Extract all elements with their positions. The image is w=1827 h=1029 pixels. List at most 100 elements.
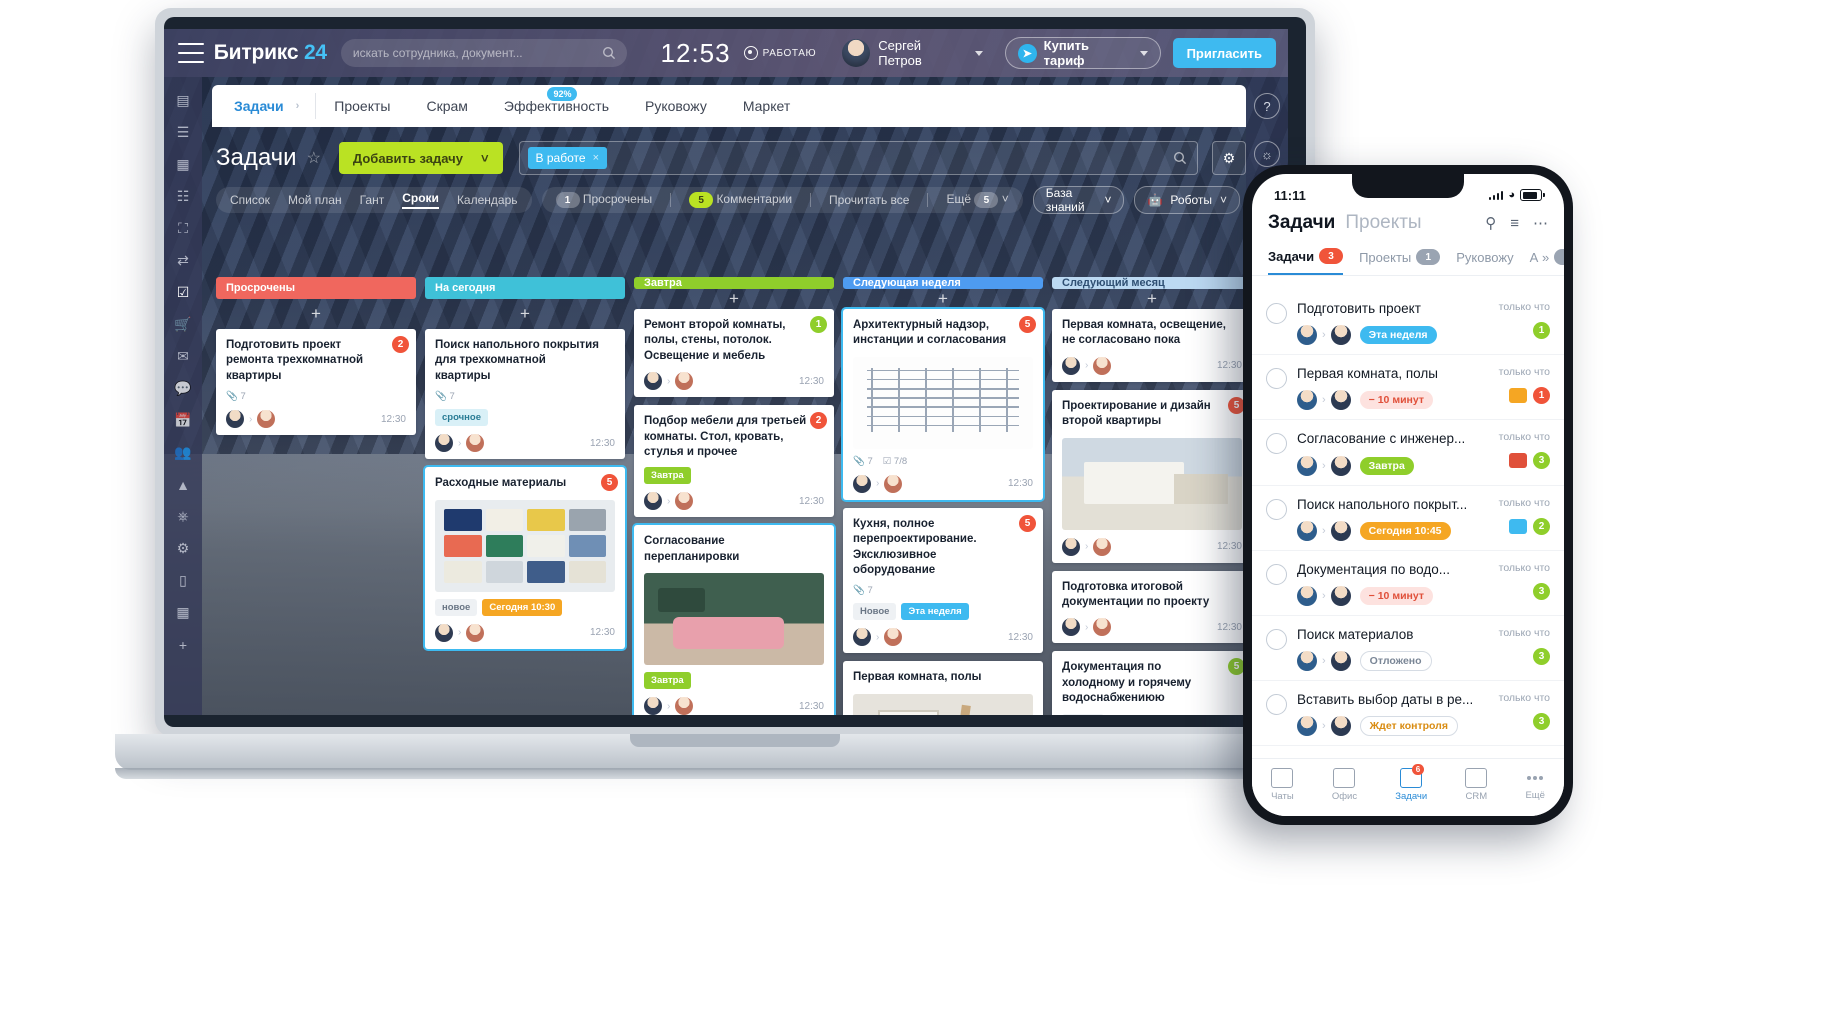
checkbox-circle-icon[interactable] xyxy=(1266,498,1287,520)
app-logo[interactable]: Битрикс 24 xyxy=(214,41,327,65)
task-tag[interactable]: новое xyxy=(1062,713,1105,715)
phone-task-item[interactable]: Поиск материалов › Отложено только что 3 xyxy=(1252,616,1564,682)
sidebar-item-crm[interactable]: ☷ xyxy=(174,187,193,206)
robots-button[interactable]: 🤖 Роботы ˅ xyxy=(1134,186,1240,214)
star-icon[interactable]: ☆ xyxy=(307,148,321,168)
kanban-add-card-button[interactable]: + xyxy=(843,289,1043,309)
phone-task-item[interactable]: Вставить выбор даты в ре... › Ждет контр… xyxy=(1252,681,1564,747)
checkbox-circle-icon[interactable] xyxy=(1266,433,1287,455)
avatar[interactable] xyxy=(435,623,453,642)
avatar[interactable] xyxy=(1330,520,1351,541)
sidebar-item-windows[interactable]: ▦ xyxy=(174,603,193,622)
filter-chip-in-work[interactable]: В работе × xyxy=(527,147,607,169)
phone-task-item[interactable]: Документация по холо... › только что xyxy=(1252,746,1564,754)
sidebar-item-contacts[interactable]: 👥 xyxy=(174,443,193,462)
sidebar-item-filter[interactable]: ☰ xyxy=(174,123,193,142)
bell-icon[interactable]: ☼ xyxy=(1254,141,1280,167)
avatar[interactable] xyxy=(257,410,276,429)
task-tag[interactable]: Новое xyxy=(853,603,897,621)
avatar[interactable] xyxy=(1062,537,1080,556)
avatar[interactable] xyxy=(1330,716,1351,737)
avatar[interactable] xyxy=(1093,537,1112,556)
kanban-column-header[interactable]: Следующий месяц xyxy=(1052,277,1252,289)
kanban-board[interactable]: Просрочены + 2 Подготовить проект ремонт… xyxy=(216,277,1252,715)
kanban-column-header[interactable]: На сегодня xyxy=(425,277,625,299)
task-card[interactable]: 5 Кухня, полное перепроектирование. Экск… xyxy=(843,507,1043,654)
tab-manage[interactable]: Руковожу xyxy=(627,98,725,114)
kanban-column-header[interactable]: Завтра xyxy=(634,277,834,289)
phone-tabbar-item[interactable]: Чаты xyxy=(1271,767,1294,802)
tab-scrum[interactable]: Скрам xyxy=(408,98,485,114)
sidebar-item-automation[interactable]: ⎈ xyxy=(174,507,193,526)
sidebar-item-add[interactable]: + xyxy=(174,635,193,654)
phone-tabbar-item[interactable]: CRM xyxy=(1465,767,1488,802)
avatar[interactable] xyxy=(1330,651,1351,672)
task-card[interactable]: 5 Документация по холодному и горячему в… xyxy=(1052,651,1252,715)
sidebar-item-sites[interactable]: ⇄ xyxy=(174,251,193,270)
task-card[interactable]: 5 Расходные материалы новое Сегодня 10:30… xyxy=(425,467,625,649)
tab-projects[interactable]: Проекты xyxy=(316,98,408,114)
sidebar-item-settings[interactable]: ⚙ xyxy=(174,539,193,558)
phone-task-item[interactable]: Согласование с инженер... › Завтра тольк… xyxy=(1252,420,1564,486)
avatar[interactable] xyxy=(1330,585,1351,606)
avatar[interactable] xyxy=(466,623,485,642)
checkbox-circle-icon[interactable] xyxy=(1266,694,1287,716)
read-all-button[interactable]: Прочитать все xyxy=(829,193,909,207)
phone-task-item[interactable]: Подготовить проект › Эта неделя только ч… xyxy=(1252,290,1564,356)
checkbox-circle-icon[interactable] xyxy=(1266,563,1287,585)
avatar[interactable] xyxy=(1297,651,1317,672)
phone-tab[interactable]: Руковожу xyxy=(1456,244,1513,274)
kanban-add-card-button[interactable]: + xyxy=(634,289,834,309)
phone-task-list[interactable]: Подготовить проект › Эта неделя только ч… xyxy=(1252,290,1564,754)
sidebar-item-analytics[interactable]: ▲ xyxy=(174,475,193,494)
task-tag[interactable]: Сегодня 10:30 xyxy=(482,598,563,616)
phone-task-tag[interactable]: Отложено xyxy=(1359,651,1432,672)
view-deadlines[interactable]: Сроки xyxy=(402,191,439,209)
view-myplan[interactable]: Мой план xyxy=(288,193,342,207)
global-search-input[interactable]: искать сотрудника, документ... xyxy=(340,39,627,67)
avatar[interactable] xyxy=(644,492,662,511)
task-tag[interactable]: новое xyxy=(435,598,478,616)
counter-comments[interactable]: 5 Комментарии xyxy=(689,192,792,209)
task-tag[interactable]: Эта неделя xyxy=(901,603,969,621)
view-list[interactable]: Список xyxy=(230,193,270,207)
task-card[interactable]: 5 Проектирование и дизайн второй квартир… xyxy=(1052,389,1252,563)
view-gantt[interactable]: Гант xyxy=(360,193,385,207)
sidebar-item-apps[interactable]: ▦ xyxy=(174,155,193,174)
add-task-button[interactable]: Добавить задачу ˅ xyxy=(338,142,503,174)
sidebar-item-chat[interactable]: 💬 xyxy=(174,379,193,398)
knowledge-base-button[interactable]: База знаний ˅ xyxy=(1032,186,1125,214)
avatar[interactable] xyxy=(1297,520,1317,541)
buy-plan-button[interactable]: ➤ Купить тариф xyxy=(1004,37,1161,69)
kanban-add-card-button[interactable]: + xyxy=(1052,289,1252,309)
avatar[interactable] xyxy=(1330,390,1351,411)
search-icon[interactable] xyxy=(1173,151,1187,165)
checkbox-circle-icon[interactable] xyxy=(1266,303,1287,324)
avatar[interactable] xyxy=(675,372,694,391)
checkbox-circle-icon[interactable] xyxy=(1266,628,1287,650)
sidebar-item-feed[interactable]: ▤ xyxy=(174,91,193,110)
task-card[interactable]: Поиск напольного покрытия для трехкомнат… xyxy=(425,329,625,460)
avatar[interactable] xyxy=(1062,356,1080,375)
filter-icon[interactable]: ≡ xyxy=(1510,215,1519,232)
sidebar-item-shop[interactable]: 🛒 xyxy=(174,315,193,334)
task-card[interactable]: Первая комната, освещение, не согласован… xyxy=(1052,309,1252,382)
avatar[interactable] xyxy=(644,372,662,391)
phone-task-tag[interactable]: − 10 минут xyxy=(1359,586,1433,605)
phone-task-tag[interactable]: − 10 минут xyxy=(1359,391,1433,410)
invite-button[interactable]: Пригласить xyxy=(1172,38,1276,68)
avatar[interactable] xyxy=(1297,455,1317,476)
counter-overdue[interactable]: 1 Просрочены xyxy=(555,192,652,209)
kanban-add-card-button[interactable]: + xyxy=(216,299,416,329)
search-icon[interactable]: ⚲ xyxy=(1485,214,1496,232)
help-icon[interactable]: ? xyxy=(1254,93,1280,119)
checkbox-circle-icon[interactable] xyxy=(1266,368,1287,390)
avatar[interactable] xyxy=(1330,325,1351,346)
task-tag[interactable]: срочное xyxy=(435,409,488,427)
avatar[interactable] xyxy=(1093,356,1112,375)
phone-task-item[interactable]: Первая комната, полы › − 10 минут только… xyxy=(1252,355,1564,421)
more-dropdown[interactable]: Ещё 5 ˅ xyxy=(946,192,1009,209)
avatar[interactable] xyxy=(675,697,694,715)
avatar[interactable] xyxy=(1297,716,1317,737)
avatar[interactable] xyxy=(1297,585,1317,606)
